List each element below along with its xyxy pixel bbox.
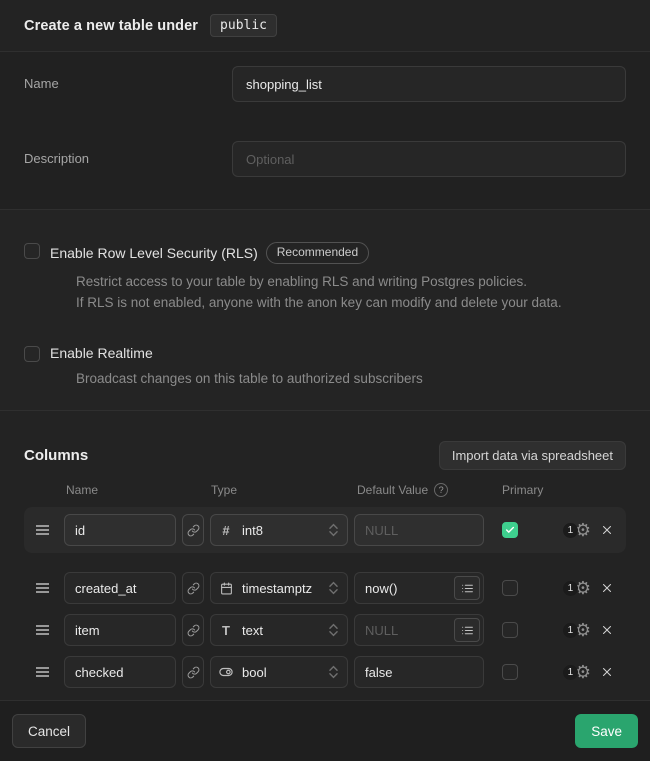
toggles-section: Enable Row Level Security (RLS) Recommen… <box>0 209 650 410</box>
realtime-description: Broadcast changes on this table to autho… <box>76 368 423 389</box>
description-label: Description <box>24 141 232 177</box>
column-row-created-at: timestamptz 1 ⚙ <box>24 567 626 609</box>
dialog-footer: Cancel Save <box>0 700 650 761</box>
create-table-dialog: Create a new table under public Name Des… <box>0 0 650 761</box>
rls-label: Enable Row Level Security (RLS) <box>50 245 258 261</box>
settings-count-badge: 1 <box>563 523 578 538</box>
rls-row: Enable Row Level Security (RLS) Recommen… <box>24 242 626 313</box>
cancel-button[interactable]: Cancel <box>12 714 86 748</box>
drag-handle-icon[interactable] <box>35 666 51 678</box>
header-type: Type <box>211 483 357 497</box>
drag-handle-icon[interactable] <box>35 624 51 636</box>
calendar-icon <box>219 582 233 595</box>
hash-icon: # <box>219 523 233 538</box>
foreign-key-link-icon[interactable] <box>182 572 204 604</box>
default-value-suggestions-button[interactable] <box>454 618 480 642</box>
column-default-input[interactable] <box>354 656 484 688</box>
close-icon <box>600 665 614 679</box>
chevrons-up-down-icon <box>328 622 339 638</box>
basic-info-section: Name Description <box>0 52 650 209</box>
column-settings-button[interactable]: 1 ⚙ <box>563 521 591 539</box>
name-row: Name <box>24 66 626 102</box>
dialog-header: Create a new table under public <box>0 0 650 52</box>
foreign-key-link-icon[interactable] <box>182 656 204 688</box>
table-description-input[interactable] <box>232 141 626 177</box>
settings-count-badge: 1 <box>563 581 578 596</box>
column-settings-button[interactable]: 1 ⚙ <box>563 579 591 597</box>
text-icon: T <box>219 623 233 638</box>
column-type-select[interactable]: T text <box>210 614 348 646</box>
columns-heading: Columns <box>24 447 88 464</box>
primary-checkbox[interactable] <box>502 664 518 680</box>
chevrons-up-down-icon <box>328 522 339 538</box>
recommended-badge: Recommended <box>266 242 369 264</box>
column-name-input[interactable] <box>64 656 176 688</box>
delete-column-button[interactable] <box>600 581 614 595</box>
settings-count-badge: 1 <box>563 665 578 680</box>
realtime-checkbox[interactable] <box>24 346 40 362</box>
foreign-key-link-icon[interactable] <box>182 614 204 646</box>
help-icon[interactable]: ? <box>434 483 448 497</box>
column-type-select[interactable]: bool <box>210 656 348 688</box>
columns-section: Columns Import data via spreadsheet Name… <box>0 410 650 700</box>
realtime-row: Enable Realtime Broadcast changes on thi… <box>24 345 626 389</box>
settings-count-badge: 1 <box>563 623 578 638</box>
header-default-value: Default Value <box>357 483 428 497</box>
delete-column-button[interactable] <box>600 665 614 679</box>
delete-column-button[interactable] <box>600 623 614 637</box>
column-type-select[interactable]: timestamptz <box>210 572 348 604</box>
drag-handle-icon[interactable] <box>35 582 51 594</box>
toggle-icon <box>219 665 233 679</box>
column-row-item: T text 1 ⚙ <box>24 609 626 651</box>
column-row-checked: bool 1 ⚙ <box>24 651 626 693</box>
delete-column-button[interactable] <box>600 523 614 537</box>
list-icon <box>461 624 474 637</box>
realtime-label: Enable Realtime <box>50 345 153 361</box>
list-icon <box>461 582 474 595</box>
header-name: Name <box>66 483 211 497</box>
column-row-id: # int8 1 ⚙ <box>24 507 626 553</box>
primary-checkbox[interactable] <box>502 622 518 638</box>
chevrons-up-down-icon <box>328 580 339 596</box>
name-label: Name <box>24 66 232 102</box>
default-value-suggestions-button[interactable] <box>454 576 480 600</box>
description-row: Description <box>24 141 626 177</box>
close-icon <box>600 623 614 637</box>
table-name-input[interactable] <box>232 66 626 102</box>
column-name-input[interactable] <box>64 514 176 546</box>
rls-checkbox[interactable] <box>24 243 40 259</box>
foreign-key-link-icon[interactable] <box>182 514 204 546</box>
primary-checkbox[interactable] <box>502 522 518 538</box>
column-settings-button[interactable]: 1 ⚙ <box>563 621 591 639</box>
import-spreadsheet-button[interactable]: Import data via spreadsheet <box>439 441 626 470</box>
rls-description: Restrict access to your table by enablin… <box>76 271 562 313</box>
primary-checkbox[interactable] <box>502 580 518 596</box>
check-icon <box>505 525 515 535</box>
columns-table-headers: Name Type Default Value ? Primary <box>24 483 626 497</box>
column-name-input[interactable] <box>64 572 176 604</box>
header-primary: Primary <box>502 483 543 497</box>
save-button[interactable]: Save <box>575 714 638 748</box>
close-icon <box>600 523 614 537</box>
column-name-input[interactable] <box>64 614 176 646</box>
column-settings-button[interactable]: 1 ⚙ <box>563 663 591 681</box>
column-type-select[interactable]: # int8 <box>210 514 348 546</box>
column-default-input[interactable] <box>354 514 484 546</box>
dialog-title: Create a new table under <box>24 18 198 34</box>
drag-handle-icon[interactable] <box>35 524 51 536</box>
chevrons-up-down-icon <box>328 664 339 680</box>
schema-badge: public <box>210 14 277 37</box>
close-icon <box>600 581 614 595</box>
